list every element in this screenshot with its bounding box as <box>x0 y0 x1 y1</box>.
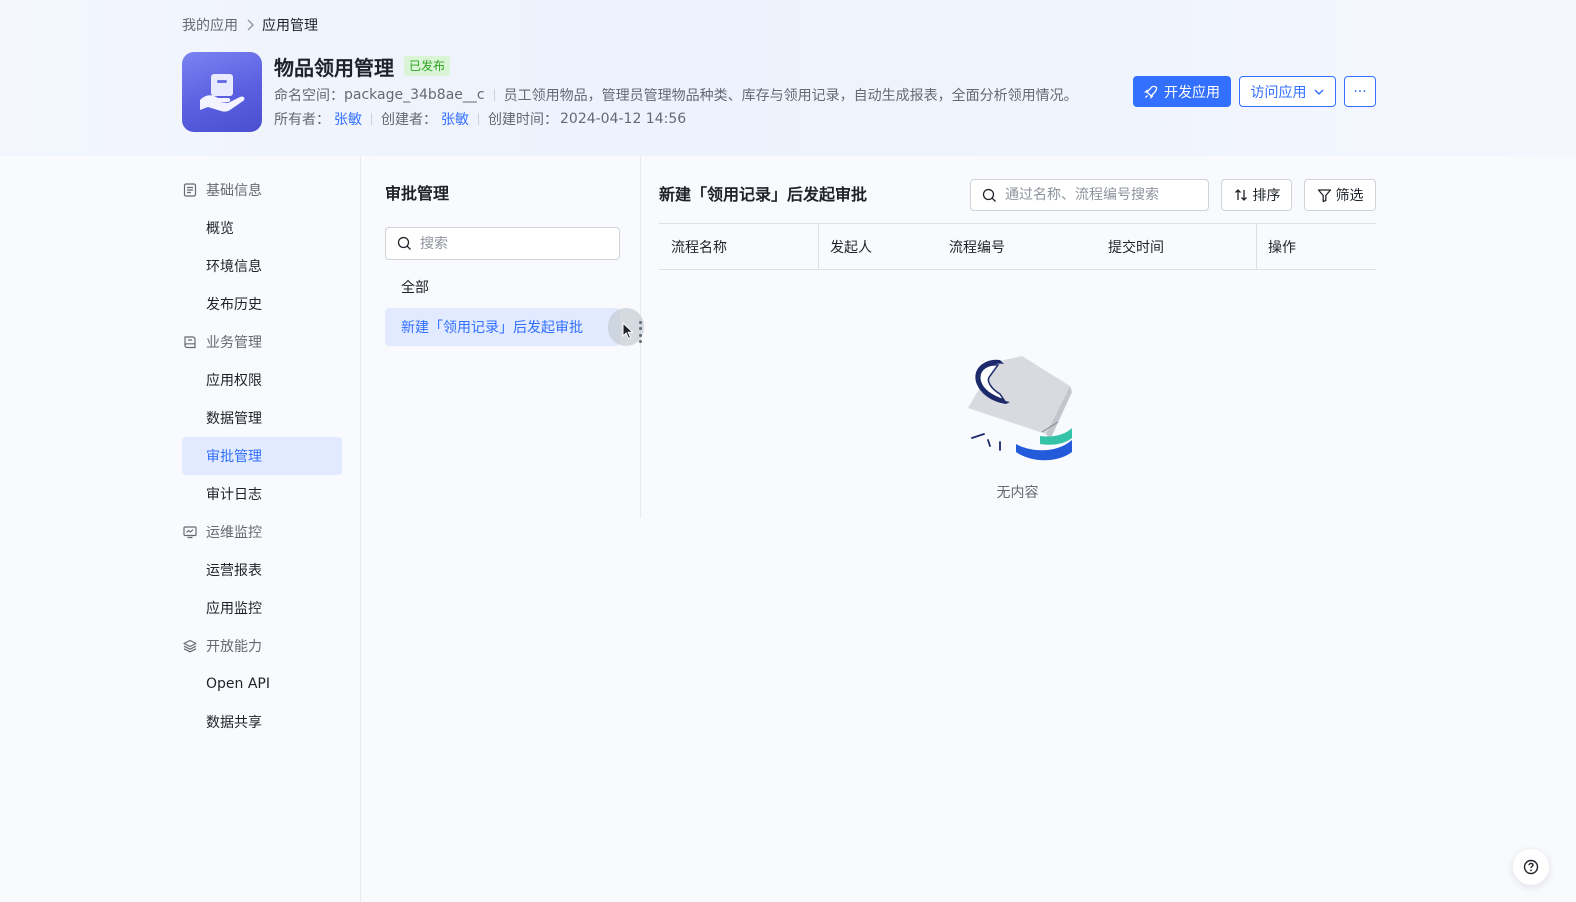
sort-label: 排序 <box>1252 188 1281 204</box>
column-header-initiator[interactable]: 发起人 <box>830 224 872 269</box>
rocket-icon <box>1144 85 1158 99</box>
owner-link[interactable]: 张敏 <box>334 109 362 129</box>
column-header-flow-number[interactable]: 流程编号 <box>949 224 1005 269</box>
search-icon <box>397 236 411 250</box>
sidebar-item-environment[interactable]: 环境信息 <box>182 247 342 285</box>
table-header: 流程名称 发起人 流程编号 提交时间 操作 <box>659 223 1376 270</box>
created-time-label: 创建时间： <box>488 112 558 128</box>
nav-group-label: 业务管理 <box>206 335 262 351</box>
namespace-label: 命名空间： <box>274 88 344 104</box>
sidebar-item-audit-log[interactable]: 审计日志 <box>182 475 342 513</box>
sidebar-item-app-permissions[interactable]: 应用权限 <box>182 361 342 399</box>
layers-icon <box>182 638 198 654</box>
app-meta-row-1: 命名空间： package_34b8ae__c 员工领用物品，管理员管理物品种类… <box>274 84 1078 106</box>
help-icon <box>1523 859 1539 875</box>
meta-divider <box>493 89 495 101</box>
app-description: 员工领用物品，管理员管理物品种类、库存与领用记录，自动生成报表，全面分析领用情况… <box>503 88 1078 104</box>
app-title-row: 物品领用管理 已发布 <box>274 52 451 80</box>
nav-group-business: 业务管理 <box>182 323 342 361</box>
nav-group-open: 开放能力 <box>182 627 342 665</box>
sidebar-item-open-api[interactable]: Open API <box>182 665 342 703</box>
nav-group-label: 运维监控 <box>206 525 262 541</box>
sort-icon <box>1234 189 1247 201</box>
chevron-right-icon <box>238 14 262 36</box>
created-time-value: 2024-04-12 14:56 <box>560 111 687 127</box>
mouse-cursor-icon <box>622 321 634 344</box>
column-divider[interactable] <box>1256 224 1257 269</box>
develop-app-button[interactable]: 开发应用 <box>1133 76 1231 107</box>
sidebar-item-data-management[interactable]: 数据管理 <box>182 399 342 437</box>
help-button[interactable] <box>1513 849 1549 885</box>
monitor-icon <box>182 524 198 540</box>
sidebar-item-data-sharing[interactable]: 数据共享 <box>182 703 342 741</box>
list-item-all[interactable]: 全部 <box>385 268 620 306</box>
nav-group-label: 基础信息 <box>206 183 262 199</box>
more-actions-button[interactable]: ··· <box>1344 76 1376 107</box>
app-meta-row-2: 所有者： 张敏 创建者： 张敏 创建时间： 2024-04-12 14:56 <box>274 108 686 130</box>
breadcrumb: 我的应用 应用管理 <box>182 14 318 36</box>
sidebar-item-approval-management[interactable]: 审批管理 <box>182 437 342 475</box>
search-icon <box>982 188 996 202</box>
status-badge: 已发布 <box>404 56 451 76</box>
creator-label: 创建者： <box>381 112 437 128</box>
filter-label: 筛选 <box>1335 188 1364 204</box>
drag-dots-icon[interactable] <box>639 321 642 343</box>
hand-box-icon <box>200 74 245 112</box>
sidebar-divider <box>360 156 361 902</box>
filter-button[interactable]: 筛选 <box>1304 179 1376 211</box>
sidebar-nav: 基础信息 概览 环境信息 发布历史 业务管理 应用权限 数据管理 审批管理 审计… <box>182 171 342 741</box>
column-header-submit-time[interactable]: 提交时间 <box>1108 224 1164 269</box>
owner-label: 所有者： <box>274 112 330 128</box>
nav-group-basic: 基础信息 <box>182 171 342 209</box>
flow-search-input[interactable] <box>1005 187 1200 203</box>
meta-divider <box>371 113 372 125</box>
nav-group-ops: 运维监控 <box>182 513 342 551</box>
sidebar-item-overview[interactable]: 概览 <box>182 209 342 247</box>
empty-state-text: 无内容 <box>996 485 1039 501</box>
breadcrumb-my-apps[interactable]: 我的应用 <box>182 15 238 35</box>
empty-box-icon <box>960 352 1080 468</box>
flow-search-field[interactable] <box>970 179 1209 211</box>
book-icon <box>182 334 198 350</box>
app-title: 物品领用管理 <box>274 55 394 80</box>
nav-group-label: 开放能力 <box>206 639 262 655</box>
filter-icon <box>1317 188 1331 202</box>
meta-divider <box>478 113 479 125</box>
column-header-flow-name[interactable]: 流程名称 <box>671 224 727 269</box>
middle-title: 审批管理 <box>385 184 450 203</box>
breadcrumb-current: 应用管理 <box>262 18 318 34</box>
visit-app-button[interactable]: 访问应用 <box>1239 76 1336 107</box>
sidebar-item-app-monitor[interactable]: 应用监控 <box>182 589 342 627</box>
list-item-approval-flow[interactable]: 新建「领用记录」后发起审批 <box>385 308 620 346</box>
creator-link[interactable]: 张敏 <box>441 109 469 129</box>
app-icon <box>182 52 262 132</box>
namespace-value: package_34b8ae__c <box>344 87 485 103</box>
sidebar-item-release-history[interactable]: 发布历史 <box>182 285 342 323</box>
middle-search-input[interactable] <box>420 235 600 252</box>
document-icon <box>182 182 198 198</box>
more-icon: ··· <box>1353 83 1367 100</box>
develop-app-label: 开发应用 <box>1164 84 1220 101</box>
column-divider[interactable] <box>818 224 819 269</box>
column-header-actions: 操作 <box>1268 239 1296 256</box>
sidebar-item-ops-report[interactable]: 运营报表 <box>182 551 342 589</box>
visit-app-label: 访问应用 <box>1250 84 1307 101</box>
right-panel-title: 新建「领用记录」后发起审批 <box>659 185 868 204</box>
middle-search-field[interactable] <box>385 227 620 260</box>
chevron-down-icon <box>1314 89 1323 95</box>
sort-button[interactable]: 排序 <box>1221 179 1292 211</box>
